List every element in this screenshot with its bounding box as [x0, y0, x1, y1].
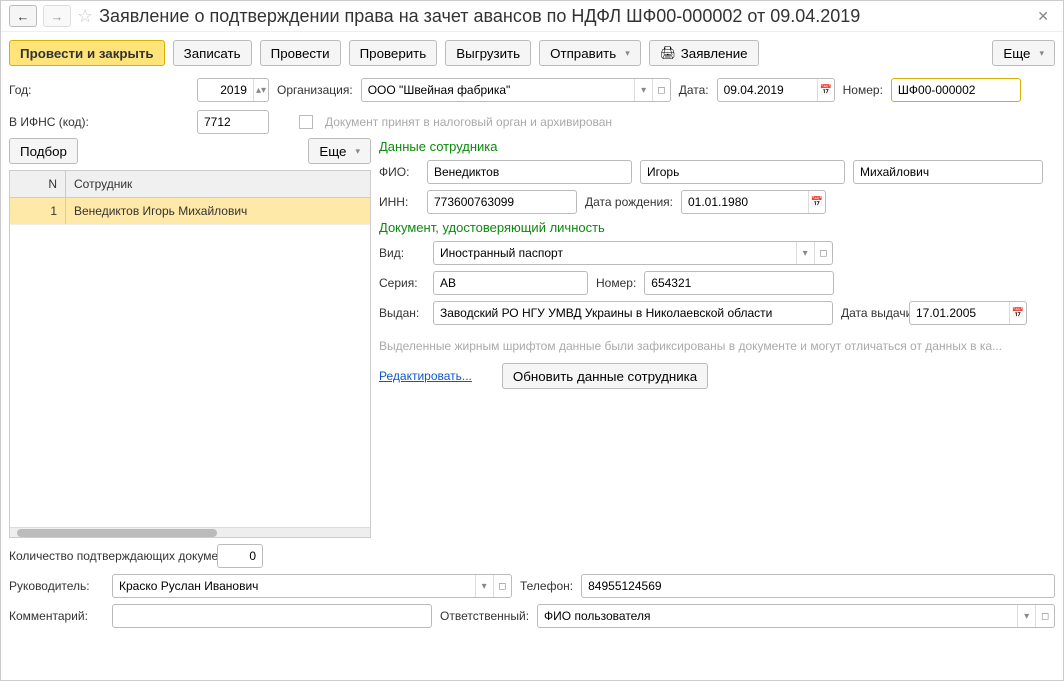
count-label: Количество подтверждающих документов: [9, 549, 209, 563]
resp-input[interactable] [538, 609, 1017, 623]
update-employee-button[interactable]: Обновить данные сотрудника [502, 363, 708, 389]
more-button[interactable]: Еще [992, 40, 1055, 66]
archived-label: Документ принят в налоговый орган и архи… [325, 115, 612, 129]
issue-date-input[interactable] [910, 306, 1009, 320]
archived-checkbox [299, 115, 313, 129]
doc-section-title: Документ, удостоверяющий личность [379, 220, 1055, 235]
phone-input[interactable] [582, 579, 1054, 593]
comment-label: Комментарий: [9, 609, 104, 623]
post-and-close-button[interactable]: Провести и закрыть [9, 40, 165, 66]
comment-input[interactable] [113, 609, 431, 623]
issue-date-calendar-icon[interactable]: 📅 [1009, 302, 1026, 324]
pick-button[interactable]: Подбор [9, 138, 78, 164]
issued-label: Выдан: [379, 306, 425, 320]
application-button[interactable]: Заявление [649, 40, 759, 66]
issue-date-label: Дата выдачи: [841, 306, 901, 320]
org-dropdown-icon[interactable]: ▾ [634, 79, 652, 101]
ifns-label: В ИФНС (код): [9, 115, 189, 129]
firstname-input[interactable] [641, 165, 844, 179]
date-label: Дата: [679, 83, 709, 97]
export-button[interactable]: Выгрузить [445, 40, 531, 66]
year-spinner-icon[interactable]: ▴▾ [253, 79, 268, 101]
send-button[interactable]: Отправить [539, 40, 641, 66]
row-employee: Венедиктов Игорь Михайлович [66, 198, 370, 224]
year-label: Год: [9, 83, 189, 97]
kind-dropdown-icon[interactable]: ▾ [796, 242, 814, 264]
fio-label: ФИО: [379, 165, 419, 179]
nav-back-button[interactable]: ← [9, 5, 37, 27]
table-more-button[interactable]: Еще [308, 138, 371, 164]
window-title: Заявление о подтверждении права на зачет… [99, 6, 1025, 27]
resp-dropdown-icon[interactable]: ▾ [1017, 605, 1036, 627]
middlename-input[interactable] [854, 165, 1042, 179]
kind-open-icon[interactable]: ◻ [814, 242, 832, 264]
nav-forward-button[interactable]: → [43, 5, 71, 27]
head-open-icon[interactable]: ◻ [493, 575, 511, 597]
employees-table: N Сотрудник 1 Венедиктов Игорь Михайлови… [9, 170, 371, 538]
col-n-header[interactable]: N [10, 171, 66, 197]
number-input[interactable] [892, 83, 1020, 97]
head-label: Руководитель: [9, 579, 104, 593]
dob-label: Дата рождения: [585, 195, 673, 209]
row-number: 1 [10, 198, 66, 224]
application-label: Заявление [681, 46, 748, 61]
count-input[interactable] [218, 549, 262, 563]
dob-input[interactable] [682, 195, 808, 209]
printer-icon [660, 45, 676, 61]
lastname-input[interactable] [428, 165, 631, 179]
series-label: Серия: [379, 276, 425, 290]
hint-text: Выделенные жирным шрифтом данные были за… [379, 339, 1055, 353]
year-input[interactable] [198, 83, 253, 97]
head-dropdown-icon[interactable]: ▾ [475, 575, 493, 597]
close-icon[interactable]: ✕ [1031, 8, 1055, 25]
horizontal-scrollbar[interactable] [10, 527, 370, 537]
org-input[interactable] [362, 83, 635, 97]
docnum-input[interactable] [645, 276, 833, 290]
dob-calendar-icon[interactable]: 📅 [808, 191, 825, 213]
issued-input[interactable] [434, 306, 832, 320]
inn-input[interactable] [428, 195, 576, 209]
favorite-star-icon[interactable]: ☆ [77, 6, 93, 27]
org-label: Организация: [277, 83, 353, 97]
ifns-input[interactable] [198, 115, 268, 129]
edit-link[interactable]: Редактировать... [379, 369, 472, 383]
col-employee-header[interactable]: Сотрудник [66, 171, 370, 197]
write-button[interactable]: Записать [173, 40, 252, 66]
date-calendar-icon[interactable]: 📅 [817, 79, 834, 101]
resp-open-icon[interactable]: ◻ [1035, 605, 1054, 627]
post-button[interactable]: Провести [260, 40, 341, 66]
check-button[interactable]: Проверить [349, 40, 438, 66]
resp-label: Ответственный: [440, 609, 529, 623]
docnum-label: Номер: [596, 276, 636, 290]
date-input[interactable] [718, 83, 817, 97]
org-open-icon[interactable]: ◻ [652, 79, 670, 101]
scrollbar-thumb[interactable] [17, 529, 217, 537]
inn-label: ИНН: [379, 195, 419, 209]
employee-section-title: Данные сотрудника [379, 139, 1055, 154]
doc-kind-input[interactable] [434, 246, 796, 260]
number-label: Номер: [843, 83, 883, 97]
head-input[interactable] [113, 579, 475, 593]
phone-label: Телефон: [520, 579, 573, 593]
table-row[interactable]: 1 Венедиктов Игорь Михайлович [10, 198, 370, 225]
kind-label: Вид: [379, 246, 425, 260]
series-input[interactable] [434, 276, 587, 290]
